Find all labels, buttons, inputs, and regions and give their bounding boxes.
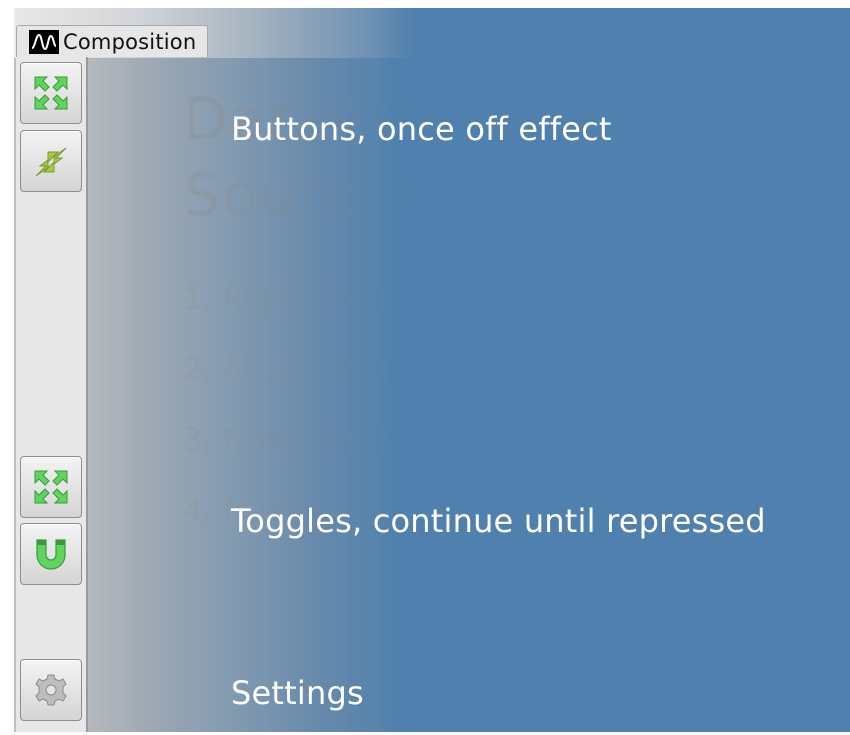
background-title-line-2: Sound Ge (183, 161, 418, 229)
callout-toggles: Toggles, continue until repressed (231, 502, 766, 540)
composition-window: Composition DarkArt Sound Ge 1. Right-cl… (14, 8, 850, 732)
background-item-2: 2. Attach mod (183, 351, 402, 387)
callout-settings: Settings (231, 674, 364, 712)
sidebar-divider (86, 57, 88, 732)
contract-arrows-icon (32, 142, 70, 180)
expand-arrows-icon (32, 468, 70, 506)
background-item-3: 3. Now attach (183, 422, 399, 458)
magnet-icon (32, 535, 70, 573)
waveform-icon (29, 29, 59, 54)
contract-once-button[interactable] (20, 130, 82, 192)
callout-buttons: Buttons, once off effect (231, 110, 612, 148)
gear-icon (33, 672, 69, 708)
tab-label: Composition (63, 29, 197, 54)
expand-once-button[interactable] (20, 62, 82, 124)
magnet-toggle-button[interactable] (20, 523, 82, 585)
background-item-1: 1. Right-click (183, 281, 385, 317)
tab-composition[interactable]: Composition (16, 25, 208, 57)
expand-toggle-button[interactable] (20, 456, 82, 518)
settings-button[interactable] (20, 659, 82, 721)
expand-arrows-icon (32, 74, 70, 112)
tool-sidebar (16, 57, 87, 732)
